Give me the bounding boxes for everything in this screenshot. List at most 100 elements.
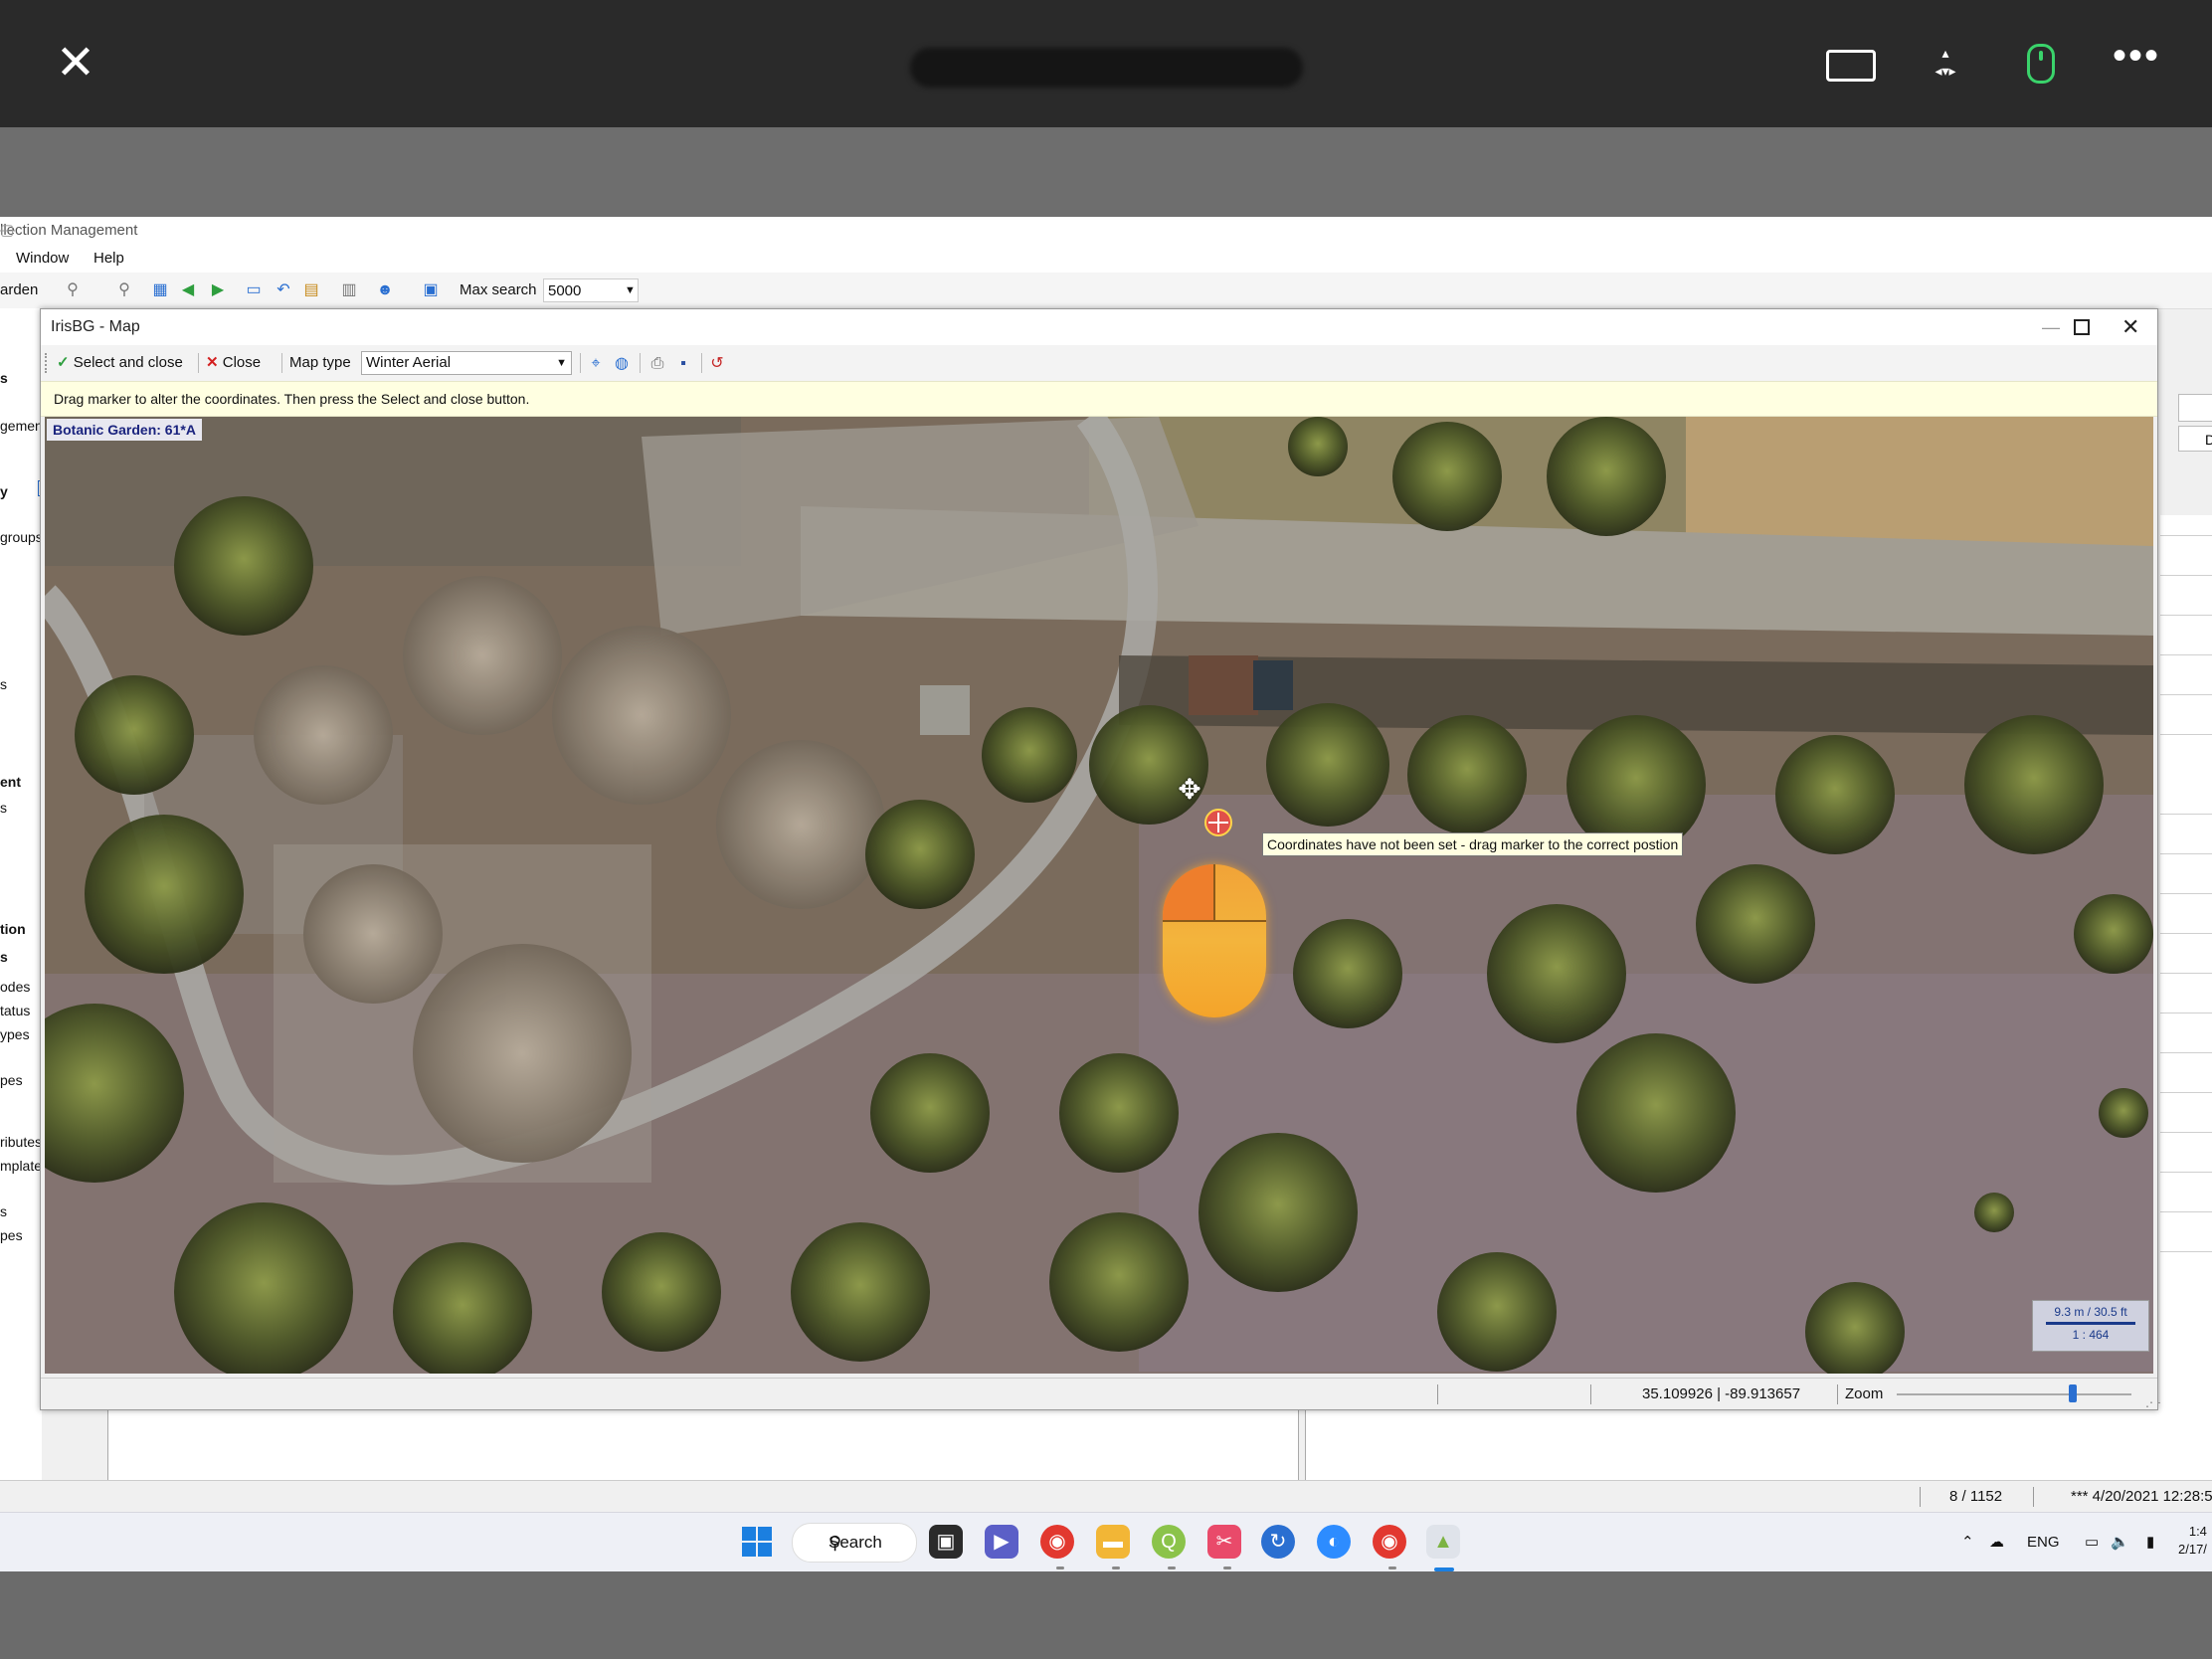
minimize-icon[interactable]: —: [2042, 309, 2060, 345]
nav-item[interactable]: s: [0, 1203, 7, 1219]
zoom-slider[interactable]: [1897, 1393, 2131, 1395]
resize-grip-icon[interactable]: ⋰: [2141, 1390, 2153, 1409]
window-icon[interactable]: ▭: [245, 281, 263, 299]
nav-item[interactable]: s: [0, 800, 7, 816]
users-icon[interactable]: ☻: [376, 281, 394, 299]
lower-panel-left: [107, 1402, 1299, 1488]
more-options-icon[interactable]: •••: [2113, 36, 2162, 84]
last-modified-stamp: *** 4/20/2021 12:28:5: [2071, 1488, 2212, 1505]
map-status-bar: 35.109926 | -89.913657 Zoom ⋰: [41, 1378, 2157, 1409]
close-icon[interactable]: ✕: [2121, 309, 2139, 345]
nav-item[interactable]: tatus: [0, 1003, 30, 1018]
move-cursor-icon: ✥: [1178, 774, 1201, 805]
map-canvas[interactable]: Botanic Garden: 61*A ✥ Coordinates have …: [45, 417, 2153, 1374]
battery-icon[interactable]: ▮: [2146, 1513, 2154, 1572]
globe-icon[interactable]: ◍: [612, 354, 632, 374]
nav-item[interactable]: mplates: [0, 1158, 42, 1174]
find-next-icon[interactable]: ⚲: [115, 281, 133, 299]
scale-metric: 9.3 m / 30.5 ft: [2054, 1305, 2127, 1319]
toolbar-garden-label: arden: [0, 281, 39, 298]
task-view-icon[interactable]: ▣: [929, 1525, 963, 1559]
input-language[interactable]: ENG: [2027, 1513, 2060, 1572]
chevron-down-icon[interactable]: ▼: [625, 278, 636, 302]
stack-icon[interactable]: ▥: [340, 281, 358, 299]
nav-item[interactable]: y: [0, 483, 8, 499]
chrome-profile-icon[interactable]: ◉: [1373, 1525, 1406, 1559]
nav-item[interactable]: ent: [0, 774, 21, 790]
location-marker[interactable]: [1204, 809, 1232, 836]
nav-item[interactable]: s: [0, 949, 8, 965]
zoom-app-icon[interactable]: ◐: [1317, 1525, 1351, 1559]
viewer-background-bottom: [0, 1571, 2212, 1659]
nav-item[interactable]: gemen: [0, 418, 42, 434]
nav-item[interactable]: groups: [0, 529, 42, 545]
map-dialog: IrisBG - Map — ✕ ✓ Select and close ✕ Cl…: [40, 308, 2158, 1410]
reset-icon[interactable]: ↺: [707, 354, 727, 374]
record-count: 8 / 1152: [1949, 1488, 2003, 1505]
locate-icon[interactable]: ⌖: [586, 354, 606, 374]
undo-icon[interactable]: ↶: [275, 281, 292, 299]
nav-item[interactable]: ributes: [0, 1134, 42, 1150]
maximize-icon[interactable]: [2074, 319, 2090, 335]
save-icon[interactable]: ▪: [673, 354, 693, 374]
mouse-icon[interactable]: [2027, 44, 2055, 84]
close-icon[interactable]: ✕: [52, 40, 99, 88]
find-icon[interactable]: ⚲: [64, 281, 82, 299]
volume-icon[interactable]: 🔈: [2111, 1513, 2129, 1572]
print-icon[interactable]: ▣: [422, 281, 440, 299]
nav-item[interactable]: ypes: [0, 1026, 30, 1042]
right-grid: [2160, 515, 2212, 1410]
close-button[interactable]: ✕ Close: [206, 349, 261, 377]
qgis-icon[interactable]: Q: [1152, 1525, 1186, 1559]
menu-window[interactable]: Window: [16, 245, 69, 273]
snipping-tool-icon[interactable]: ✂: [1207, 1525, 1241, 1559]
nav-item[interactable]: odes: [0, 979, 30, 995]
clock-date: 2/17/: [2178, 1542, 2207, 1557]
nav-item[interactable]: s: [0, 676, 7, 692]
app-title: llection Management: [0, 222, 138, 239]
map-type-select[interactable]: Winter Aerial ▼: [361, 351, 572, 375]
back-icon[interactable]: ◀: [179, 281, 197, 299]
garden-location-label: Botanic Garden: 61*A: [47, 419, 202, 441]
windows-start-icon[interactable]: [742, 1527, 772, 1557]
aerial-imagery: [45, 417, 2153, 1374]
select-and-close-button[interactable]: ✓ Select and close: [57, 349, 183, 377]
file-explorer-icon[interactable]: ▬: [1096, 1525, 1130, 1559]
taskbar: ⚲ Search ▣ ▶ ◉ ▬ Q ✂ ↻ ◐ ◉ ▲ ⌃ ☁ ENG ▭ 🔈…: [0, 1512, 2212, 1572]
redacted-session-title: [910, 48, 1303, 88]
arrow-keys-icon[interactable]: ▴ ◂▾▸: [1918, 44, 1973, 84]
nav-item[interactable]: pes: [0, 1072, 23, 1088]
app-status-bar: 8 / 1152 *** 4/20/2021 12:28:5: [0, 1480, 2212, 1512]
keyboard-icon[interactable]: [1826, 44, 1876, 84]
print-icon[interactable]: ⎙: [647, 354, 667, 374]
menu-help[interactable]: Help: [93, 245, 124, 273]
marker-tooltip: Coordinates have not been set - drag mar…: [1262, 832, 1684, 856]
main-toolbar: arden ⚲ ⚲ ▦ ◀ ▶ ▭ ↶ ▤ ▥ ☻ ▣ Max search 5…: [0, 273, 2212, 309]
instruction-banner: Drag marker to alter the coordinates. Th…: [41, 381, 2157, 417]
coordinates-readout: 35.109926 | -89.913657: [1642, 1385, 1801, 1402]
grid-icon[interactable]: ▦: [151, 281, 169, 299]
forward-icon[interactable]: ▶: [209, 281, 227, 299]
nav-item[interactable]: s: [0, 370, 8, 386]
taskbar-search[interactable]: ⚲ Search: [792, 1523, 917, 1563]
clock-time: 1:4: [2188, 1524, 2207, 1539]
left-navigation: s gemen y groups s ent s tion s odes tat…: [0, 308, 42, 1492]
teams-icon[interactable]: ▶: [985, 1525, 1018, 1559]
network-icon[interactable]: ▭: [2085, 1513, 2099, 1572]
menu-bar: Window Help: [0, 245, 2212, 273]
taskbar-clock[interactable]: 1:4 2/17/: [2178, 1523, 2207, 1559]
irisbg-icon[interactable]: ▲: [1426, 1525, 1460, 1559]
onedrive-icon[interactable]: ☁: [1989, 1513, 2004, 1572]
nav-item[interactable]: tion: [0, 921, 26, 937]
max-search-label: Max search: [460, 281, 537, 298]
right-field[interactable]: [2178, 394, 2212, 422]
maximize-icon[interactable]: ▢: [0, 217, 14, 245]
zoom-slider-thumb[interactable]: [2069, 1384, 2077, 1402]
chrome-icon[interactable]: ◉: [1040, 1525, 1074, 1559]
scale-bar: [2046, 1322, 2135, 1325]
clipboard-icon[interactable]: ▤: [302, 281, 320, 299]
chevron-up-icon[interactable]: ⌃: [1961, 1513, 1974, 1572]
right-field-d[interactable]: D: [2178, 426, 2212, 452]
sync-icon[interactable]: ↻: [1261, 1525, 1295, 1559]
nav-item[interactable]: pes: [0, 1227, 23, 1243]
